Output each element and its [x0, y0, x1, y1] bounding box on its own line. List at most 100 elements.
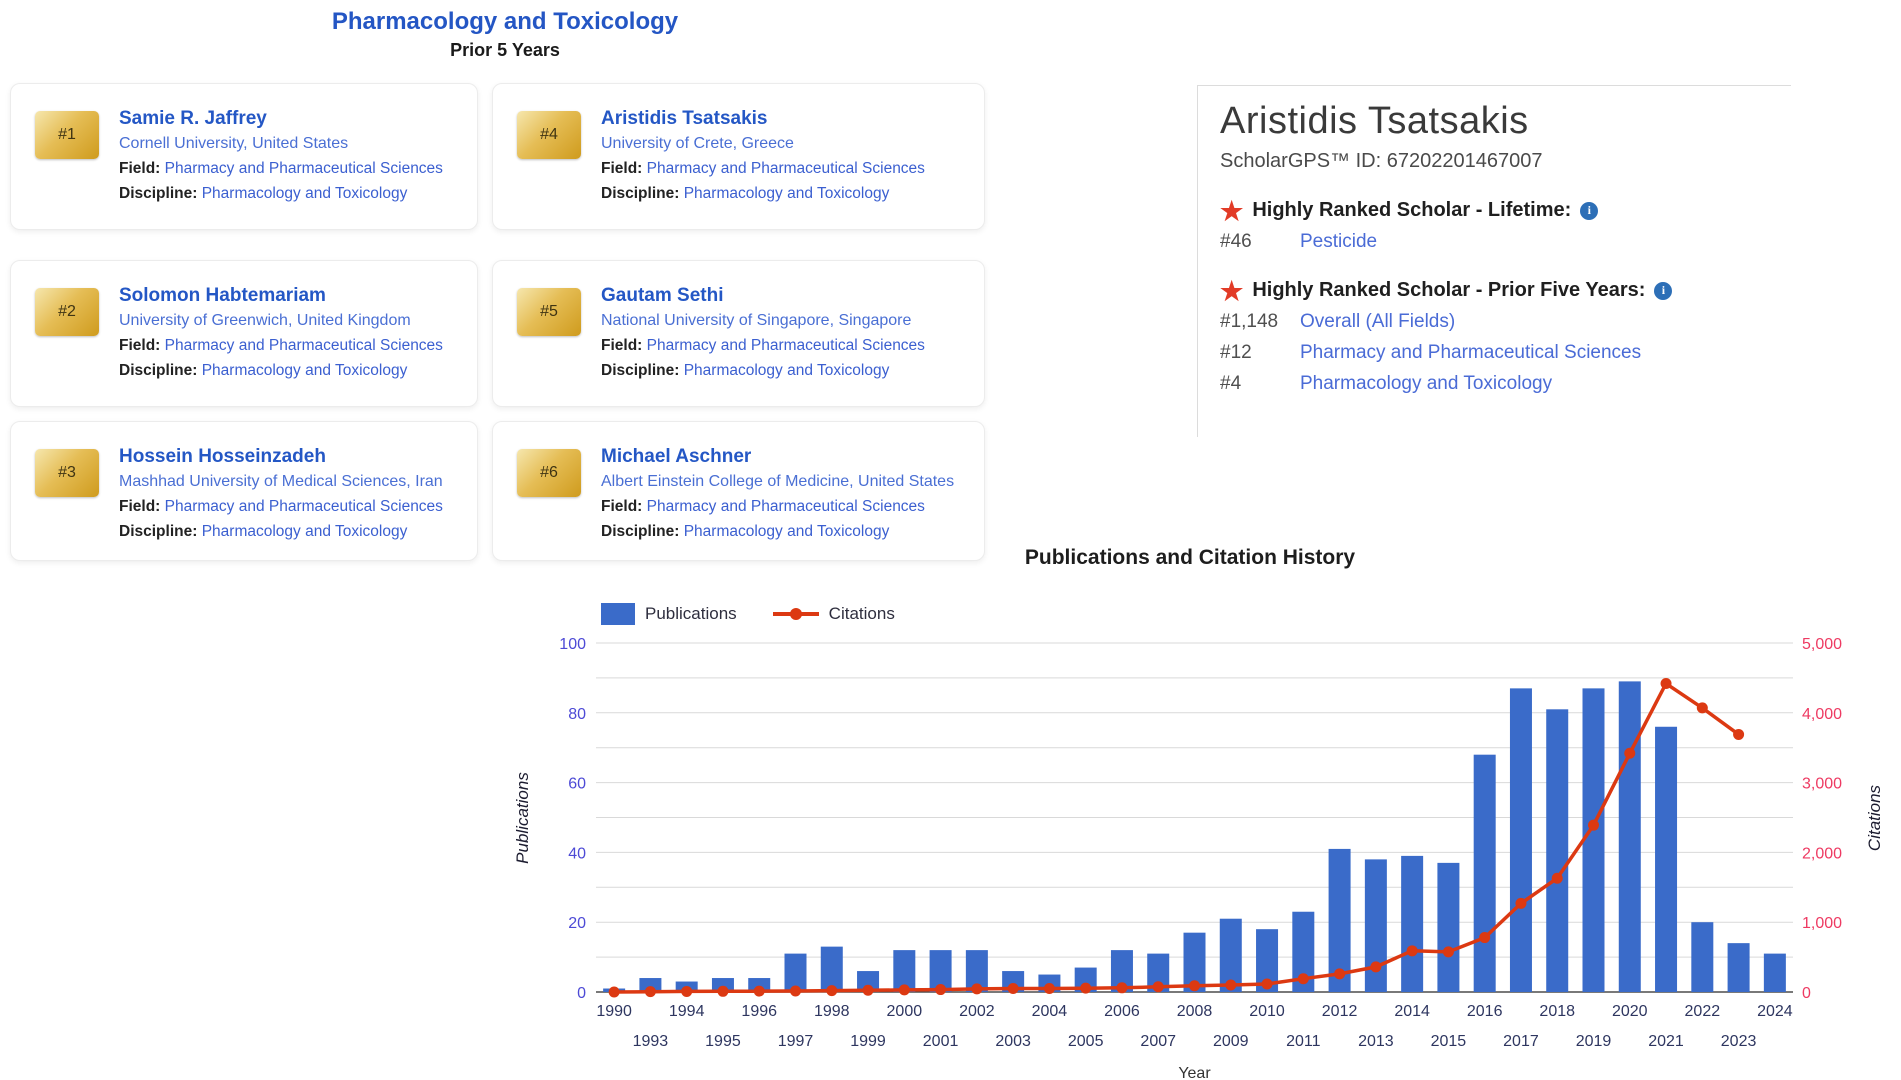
- x-axis-tick: 2013: [1358, 1033, 1394, 1050]
- rank-section-heading: ★ Highly Ranked Scholar - Prior Five Yea…: [1220, 278, 1791, 304]
- right-axis-tick: 4,000: [1802, 706, 1842, 723]
- x-axis-tick: 2021: [1648, 1033, 1684, 1050]
- field-link[interactable]: Pharmacy and Pharmaceutical Sciences: [647, 337, 925, 354]
- citations-line: [614, 680, 1740, 994]
- left-axis-tick: 40: [568, 845, 586, 862]
- scholar-discipline-line: Discipline: Pharmacology and Toxicology: [601, 362, 890, 379]
- rank-category-link[interactable]: Pharmacy and Pharmaceutical Sciences: [1300, 342, 1641, 364]
- citations-point-1997: [790, 985, 801, 997]
- discipline-link[interactable]: Pharmacology and Toxicology: [684, 185, 890, 202]
- rank-row: #4 Pharmacology and Toxicology: [1220, 373, 1791, 395]
- scholar-name-link[interactable]: Solomon Habtemariam: [119, 283, 467, 308]
- x-axis-tick: 1996: [741, 1003, 777, 1020]
- ranking-header: Pharmacology and Toxicology Prior 5 Year…: [300, 8, 710, 61]
- publications-bar-2020: [1618, 681, 1641, 992]
- rank-badge: #1: [35, 111, 99, 159]
- scholar-institution-link[interactable]: Mashhad University of Medical Sciences, …: [119, 469, 467, 494]
- scholar-institution-link[interactable]: Albert Einstein College of Medicine, Uni…: [601, 469, 974, 494]
- field-link[interactable]: Pharmacy and Pharmaceutical Sciences: [647, 160, 925, 177]
- x-axis-tick: 2017: [1503, 1033, 1539, 1050]
- citations-point-2021: [1660, 677, 1672, 689]
- rank-value: #46: [1220, 231, 1252, 252]
- x-axis-tick: 2012: [1322, 1003, 1358, 1020]
- scholar-card-5: #5 Gautam Sethi National University of S…: [492, 260, 985, 407]
- x-axis-tick: 2006: [1104, 1003, 1140, 1020]
- scholar-card-2: #2 Solomon Habtemariam University of Gre…: [10, 260, 478, 407]
- x-axis-tick: 2014: [1394, 1003, 1430, 1020]
- publications-bar-2019: [1582, 688, 1605, 992]
- star-icon: ★: [1220, 195, 1244, 226]
- scholar-institution-link[interactable]: National University of Singapore, Singap…: [601, 308, 974, 333]
- publications-bar-2003: [1002, 971, 1025, 992]
- publications-bar-2000: [893, 950, 916, 992]
- discipline-link[interactable]: Pharmacology and Toxicology: [684, 362, 890, 379]
- scholar-card-3: #3 Hossein Hosseinzadeh Mashhad Universi…: [10, 421, 478, 561]
- publications-bar-2023: [1727, 943, 1750, 992]
- citations-dot-icon: [789, 608, 802, 620]
- citations-point-2017: [1515, 897, 1527, 909]
- publications-bar-2018: [1546, 709, 1569, 992]
- rank-value: #4: [1220, 373, 1242, 394]
- scholar-discipline-line: Discipline: Pharmacology and Toxicology: [601, 185, 890, 202]
- scholar-card-text: Michael Aschner Albert Einstein College …: [601, 444, 974, 544]
- info-icon[interactable]: i: [1580, 201, 1599, 220]
- publications-bar-2009: [1219, 918, 1242, 992]
- rank-category-link[interactable]: Pesticide: [1300, 231, 1377, 253]
- right-axis-title: Citations: [1865, 784, 1884, 851]
- x-axis-tick: 1995: [705, 1033, 741, 1050]
- publications-bar-2013: [1364, 859, 1387, 992]
- x-axis-tick: 1999: [850, 1033, 886, 1050]
- scholar-name-link[interactable]: Aristidis Tsatsakis: [601, 106, 974, 131]
- scholar-institution-link[interactable]: Cornell University, United States: [119, 131, 467, 156]
- discipline-link[interactable]: Pharmacology and Toxicology: [202, 185, 408, 202]
- discipline-link[interactable]: Pharmacology and Toxicology: [202, 523, 408, 540]
- scholar-name-link[interactable]: Samie R. Jaffrey: [119, 106, 467, 131]
- citations-point-2005: [1080, 982, 1092, 994]
- scholar-field-line: Field: Pharmacy and Pharmaceutical Scien…: [119, 160, 443, 177]
- citations-point-2014: [1406, 945, 1418, 957]
- rank-category-link[interactable]: Pharmacology and Toxicology: [1300, 373, 1552, 395]
- citations-point-2000: [898, 984, 910, 996]
- x-axis-tick: 2010: [1249, 1003, 1285, 1020]
- citations-point-1994: [681, 985, 693, 997]
- citations-point-2016: [1479, 932, 1491, 944]
- x-axis-tick: 1998: [814, 1003, 850, 1020]
- scholar-name-link[interactable]: Hossein Hosseinzadeh: [119, 444, 467, 469]
- scholar-name-link[interactable]: Michael Aschner: [601, 444, 974, 469]
- info-icon[interactable]: i: [1654, 281, 1673, 300]
- discipline-link[interactable]: Pharmacology and Toxicology: [202, 362, 408, 379]
- citations-point-2008: [1189, 980, 1200, 992]
- x-axis-tick: 2022: [1685, 1003, 1721, 1020]
- publications-bar-1999: [857, 971, 880, 992]
- field-link[interactable]: Pharmacy and Pharmaceutical Sciences: [647, 498, 925, 515]
- publications-bar-1998: [820, 946, 843, 992]
- scholar-institution-link[interactable]: University of Greenwich, United Kingdom: [119, 308, 467, 333]
- scholar-institution-link[interactable]: University of Crete, Greece: [601, 131, 974, 156]
- chart-title: Publications and Citation History: [1024, 546, 1356, 569]
- x-axis-tick: 1997: [778, 1033, 814, 1050]
- field-link[interactable]: Pharmacy and Pharmaceutical Sciences: [165, 498, 443, 515]
- field-link[interactable]: Pharmacy and Pharmaceutical Sciences: [165, 160, 443, 177]
- scholar-discipline-line: Discipline: Pharmacology and Toxicology: [601, 523, 890, 540]
- x-axis-tick: 1994: [669, 1003, 705, 1020]
- right-axis-tick: 3,000: [1802, 776, 1842, 793]
- citations-point-1993: [644, 986, 656, 998]
- scholar-field-line: Field: Pharmacy and Pharmaceutical Scien…: [601, 337, 925, 354]
- field-link[interactable]: Pharmacy and Pharmaceutical Sciences: [165, 337, 443, 354]
- citations-point-2001: [935, 984, 947, 996]
- publications-bar-1997: [784, 953, 807, 992]
- publications-bar-2002: [965, 950, 988, 992]
- x-axis-tick: 1993: [633, 1033, 669, 1050]
- scholar-discipline-line: Discipline: Pharmacology and Toxicology: [119, 362, 408, 379]
- x-axis-tick: 2003: [995, 1033, 1031, 1050]
- profile-rank-sections: ★ Highly Ranked Scholar - Lifetime: i #4…: [1220, 195, 1791, 395]
- rank-badge: #4: [517, 111, 581, 159]
- citations-point-1999: [862, 984, 874, 996]
- x-axis-tick: 2024: [1757, 1003, 1793, 1020]
- scholar-name-link[interactable]: Gautam Sethi: [601, 283, 974, 308]
- profile-scholargps-id: ScholarGPS™ ID: 67202201467007: [1220, 150, 1543, 172]
- scholar-field-line: Field: Pharmacy and Pharmaceutical Scien…: [119, 498, 443, 515]
- rank-category-link[interactable]: Overall (All Fields): [1300, 311, 1455, 333]
- citations-point-2012: [1334, 968, 1346, 980]
- discipline-link[interactable]: Pharmacology and Toxicology: [684, 523, 890, 540]
